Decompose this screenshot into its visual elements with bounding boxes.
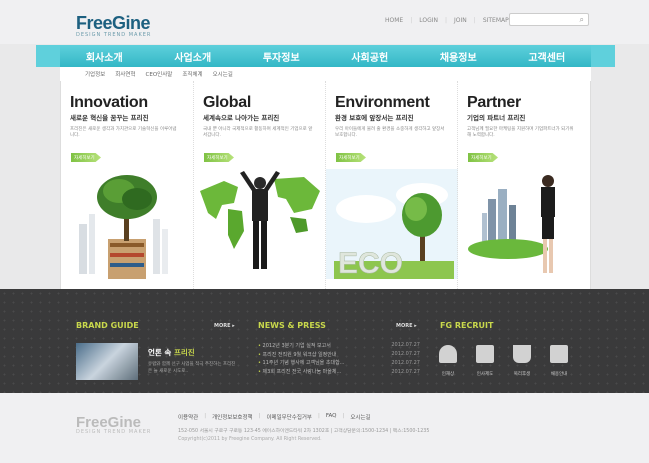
top-link-join[interactable]: JOIN [454, 17, 467, 24]
footer-link-faq[interactable]: FAQ [326, 413, 337, 421]
nav-item-social[interactable]: 사회공헌 [351, 49, 388, 64]
nav-item-support[interactable]: 고객센터 [528, 49, 565, 64]
news-list: 2012년 3분기 기업 실적 보고서2012.07.27 프리진 전직원 9월… [258, 341, 420, 376]
svg-text:ECO: ECO [338, 247, 403, 280]
top-link-home[interactable]: HOME [385, 17, 403, 24]
footer-link-location[interactable]: 오시는길 [350, 413, 370, 421]
logo[interactable]: FreeGine [76, 13, 151, 34]
subnav-item[interactable]: 조직체계 [182, 70, 202, 78]
nav-bar-left-ext [36, 45, 60, 67]
feature-panel: Innovation 새로운 혁신을 꿈꾸는 프리진 프리진은 새로운 생각과 … [60, 81, 591, 289]
feature-subtitle: 새로운 혁신을 꿈꾸는 프리진 [70, 114, 149, 122]
logo-tagline: DESIGN TREND MAKER [76, 32, 152, 38]
news-item[interactable]: 2012년 3분기 기업 실적 보고서2012.07.27 [258, 341, 420, 350]
plant-icon [513, 345, 531, 363]
eco-tree-illustration: ECO [326, 169, 458, 280]
feature-desc: 고객님께 필요한 마케팅을 지원하며 기업파트너가 되기위해 노력합니다. [467, 127, 574, 138]
feature-environment: Environment 환경 보호에 앞장서는 프리진 우리 아이들에게 물려 … [325, 81, 458, 289]
recruit-guide[interactable]: 채용안내 [544, 345, 574, 377]
businessman-map-illustration [200, 171, 320, 269]
news-item[interactable]: 11주년 기념 행사에 고객님을 초대합...2012.07.27 [258, 359, 420, 368]
brand-guide-title: BRAND GUIDE [76, 321, 139, 330]
feature-partner: Partner 기업의 파트너 프리진 고객님께 필요한 마케팅을 지원하며 기… [457, 81, 589, 289]
news-item[interactable]: 제3회 프리진 전국 사랑나눔 마을체...2012.07.27 [258, 367, 420, 376]
footer-logo-tagline: DESIGN TREND MAKER [76, 429, 152, 435]
feature-title: Innovation [70, 94, 148, 111]
document-icon [476, 345, 494, 363]
feature-desc: 우리 아이들에게 물려 줄 환경을 소중하게 생각하고 앞장서 보호합니다. [335, 127, 445, 138]
subnav-item[interactable]: 기업정보 [85, 70, 105, 78]
footer-link-privacy[interactable]: 개인정보보호정책 [212, 413, 252, 421]
footer-link-terms[interactable]: 이용약관 [178, 413, 198, 421]
news-more-link[interactable]: MORE ▸ [396, 323, 417, 329]
feature-desc: 프리진은 새로운 생각과 가치관으로 기술혁신을 이루어냅니다. [70, 127, 177, 138]
feature-title: Environment [335, 94, 430, 111]
sub-nav: 기업정보 회사연혁 CEO인사말 조직체계 오시는길 [60, 67, 591, 81]
search-input[interactable]: ⌕ [509, 13, 589, 26]
top-links: HOME | LOGIN | JOIN | SITEMAP [385, 17, 509, 24]
brand-guide-text: 유럽와 함께 선구 사업을 적극 추진하는 프리진은 늘 새로운 시도로.. [148, 362, 236, 374]
search-icon[interactable]: ⌕ [580, 15, 584, 25]
subnav-item[interactable]: CEO인사말 [146, 70, 173, 78]
notice-icon [550, 345, 568, 363]
feature-subtitle: 세계속으로 나아가는 프리진 [203, 114, 280, 122]
more-button[interactable]: 자세히보기 [71, 153, 101, 162]
nav-bar-right-ext [591, 45, 615, 67]
footer-address: 152-050 서울시 구로구 구로동 123-45 에이스하이엔드타워 2차 … [178, 429, 430, 434]
feature-subtitle: 환경 보호에 앞장서는 프리진 [335, 114, 414, 122]
brand-guide-headline[interactable]: 언론 속 프리진 [148, 347, 195, 358]
brand-guide-thumbnail[interactable] [76, 343, 138, 380]
businesswoman-city-illustration [468, 175, 555, 273]
feature-innovation: Innovation 새로운 혁신을 꿈꾸는 프리진 프리진은 새로운 생각과 … [61, 81, 193, 289]
recruit-title: FG RECRUIT [440, 321, 494, 330]
nav-item-company[interactable]: 회사소개 [86, 49, 123, 64]
news-item[interactable]: 프리진 전직원 9월 워크샵 일정안내2012.07.27 [258, 350, 420, 359]
subnav-item[interactable]: 회사연혁 [115, 70, 135, 78]
recruit-talent[interactable]: 인재상 [433, 345, 463, 377]
more-button[interactable]: 자세히보기 [336, 153, 366, 162]
nav-item-investment[interactable]: 투자정보 [263, 49, 300, 64]
feature-desc: 국내 뿐 아니라 국제적으로 활동하며 세계적인 기업으로 앞서갑니다. [203, 127, 313, 138]
news-title: NEWS & PRESS [258, 321, 326, 330]
top-link-sitemap[interactable]: SITEMAP [483, 17, 509, 24]
feature-title: Global [203, 94, 251, 111]
main-nav: 회사소개 사업소개 투자정보 사회공헌 채용정보 고객센터 [60, 45, 591, 67]
top-link-login[interactable]: LOGIN [419, 17, 438, 24]
feature-subtitle: 기업의 파트너 프리진 [467, 114, 526, 122]
nav-item-recruit[interactable]: 채용정보 [440, 49, 477, 64]
footer-link-email[interactable]: 이메일무단수집거부 [266, 413, 312, 421]
more-button[interactable]: 자세히보기 [204, 153, 234, 162]
nav-item-business[interactable]: 사업소개 [174, 49, 211, 64]
recruit-welfare[interactable]: 복리후생 [507, 345, 537, 377]
tree-books-illustration [79, 175, 168, 279]
footer-copyright: Copyright(c)2011 by Freegine Company. Al… [178, 437, 322, 442]
more-button[interactable]: 자세히보기 [468, 153, 498, 162]
person-icon [439, 345, 457, 363]
subnav-item[interactable]: 오시는길 [213, 70, 233, 78]
feature-global: Global 세계속으로 나아가는 프리진 국내 뿐 아니라 국제적으로 활동하… [193, 81, 325, 289]
recruit-system[interactable]: 인사제도 [470, 345, 500, 377]
feature-title: Partner [467, 94, 521, 111]
brand-guide-more-link[interactable]: MORE ▸ [214, 323, 235, 329]
footer-links: 이용약관 | 개인정보보호정책 | 이메일무단수집거부 | FAQ | 오시는길 [178, 413, 371, 421]
